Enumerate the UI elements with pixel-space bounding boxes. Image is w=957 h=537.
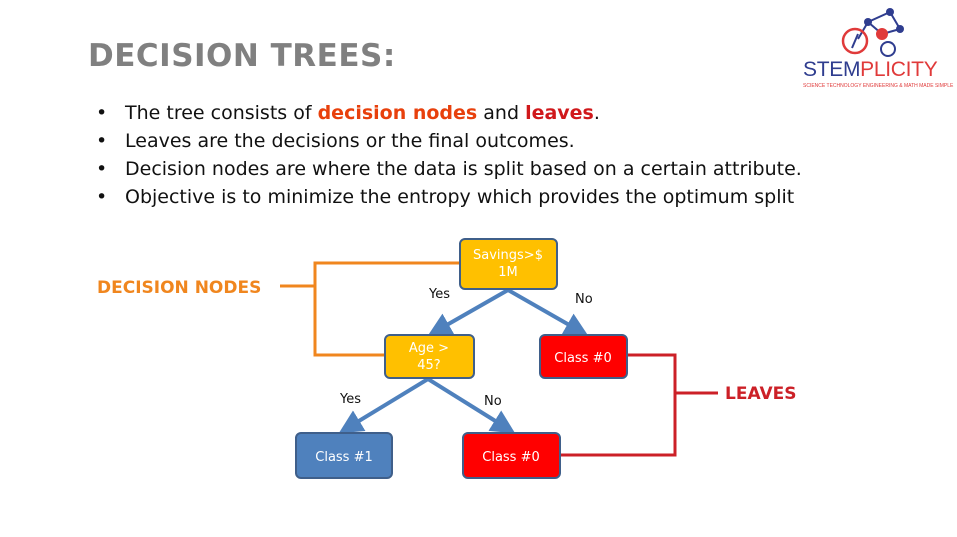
leaf-node-class-1: Class #1 <box>295 432 393 479</box>
leaf-node-class-0-right: Class #0 <box>539 334 628 379</box>
decision-tree-diagram: DECISION NODES LEAVES Yes No Yes No Savi… <box>97 238 796 479</box>
leaf-label: Class #1 <box>315 450 373 465</box>
age-node-line2: 45? <box>417 358 440 373</box>
root-node-line1: Savings>$ <box>473 248 543 263</box>
leaf-label: Class #0 <box>482 450 540 465</box>
edge-label-no: No <box>484 394 502 409</box>
age-decision-node: Age > 45? <box>384 334 475 379</box>
leaf-node-class-0-bottom: Class #0 <box>462 432 561 479</box>
root-node-line2: 1M <box>498 265 518 280</box>
edge-label-yes: Yes <box>428 287 450 302</box>
leaf-label: Class #0 <box>554 351 612 366</box>
leaves-label: LEAVES <box>725 384 796 404</box>
root-decision-node: Savings>$ 1M <box>459 238 558 290</box>
decision-nodes-label: DECISION NODES <box>97 278 261 298</box>
age-node-line1: Age > <box>409 341 449 356</box>
edge-label-yes: Yes <box>339 392 361 407</box>
edge-label-no: No <box>575 292 593 307</box>
